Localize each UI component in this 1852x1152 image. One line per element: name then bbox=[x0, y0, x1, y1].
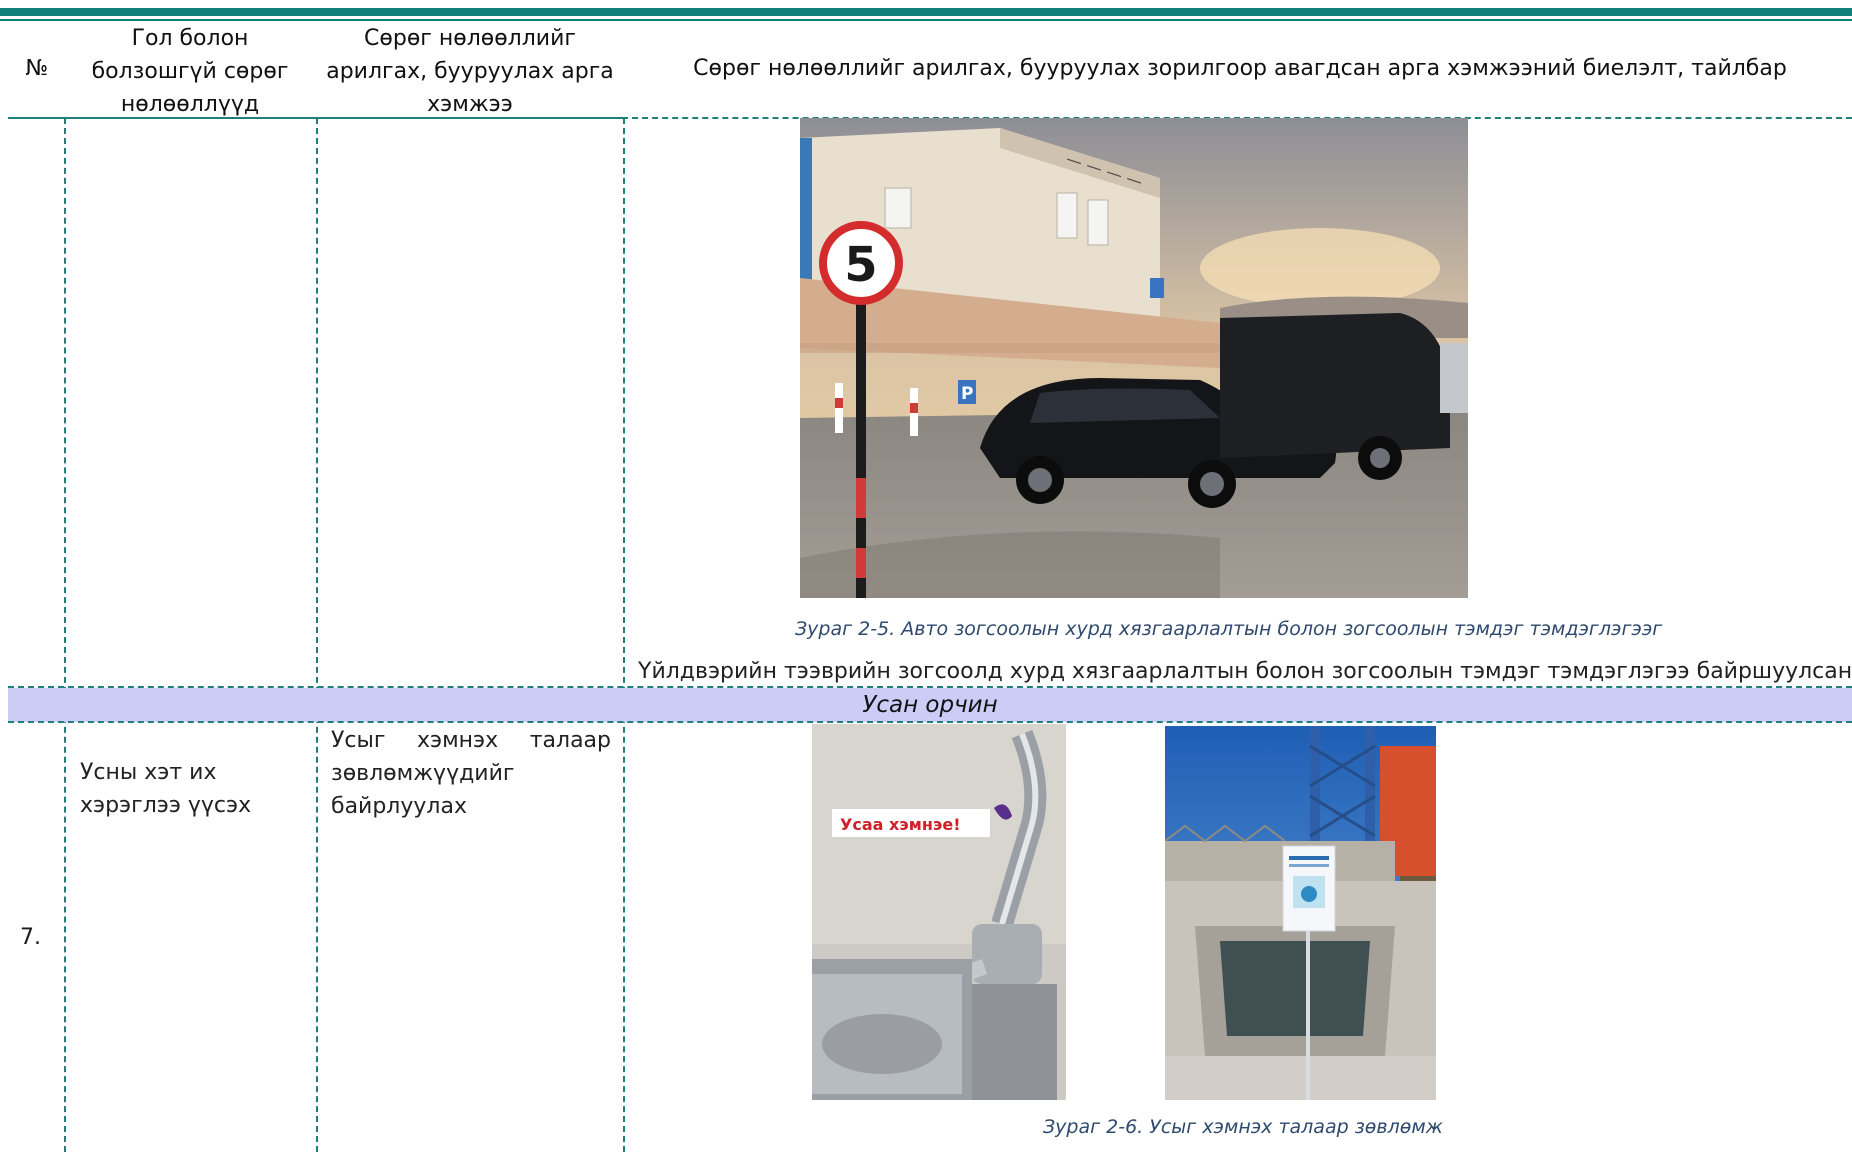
figure-caption-water: Зураг 2-6. Усыг хэмнэх талаар зөвлөмж bbox=[1043, 1116, 1443, 1138]
column-divider-1 bbox=[64, 118, 66, 1152]
water-sign-photo bbox=[1165, 726, 1436, 1100]
column-divider-3 bbox=[623, 118, 625, 1152]
section-border-top bbox=[8, 686, 1852, 688]
parking-sign-letter: P bbox=[961, 384, 973, 404]
parking-photo: — — — — P 5 bbox=[800, 118, 1468, 598]
section-label: Усан орчин bbox=[862, 692, 998, 718]
row-number: 7. bbox=[20, 925, 41, 950]
section-water-environment: Усан орчин bbox=[8, 688, 1852, 722]
section-border-bottom bbox=[8, 721, 1852, 723]
measure-text: Усыг хэмнэх талаар зөвлөмжүүдийг байрлуу… bbox=[331, 728, 611, 819]
column-divider-2 bbox=[316, 118, 318, 1152]
header-col-measure: Сөрөг нөлөөллийг арилгах, бууруулах арга… bbox=[326, 26, 614, 117]
speed-sign-number: 5 bbox=[844, 237, 877, 293]
sticker-text: Усаа хэмнэе! bbox=[840, 815, 961, 834]
top-accent-bar bbox=[0, 8, 1852, 16]
impact-text: Усны хэт их хэрэглээ үүсэх bbox=[80, 760, 252, 818]
header-col-impact: Гол болон болзошгүй сөрөг нөлөөллүүд bbox=[91, 26, 289, 117]
figure-caption-parking: Зураг 2-5. Авто зогсоолын хурд хязгаарла… bbox=[795, 618, 1663, 640]
faucet-photo: Усаа хэмнэе! bbox=[812, 724, 1066, 1100]
parking-description: Үйлдвэрийн тээврийн зогсоолд хурд хязгаа… bbox=[638, 659, 1852, 684]
header-border-solid bbox=[8, 117, 622, 119]
header-col-number: № bbox=[25, 56, 49, 81]
top-accent-line bbox=[0, 19, 1852, 21]
header-col-result: Сөрөг нөлөөллийг арилгах, бууруулах зори… bbox=[693, 56, 1787, 81]
